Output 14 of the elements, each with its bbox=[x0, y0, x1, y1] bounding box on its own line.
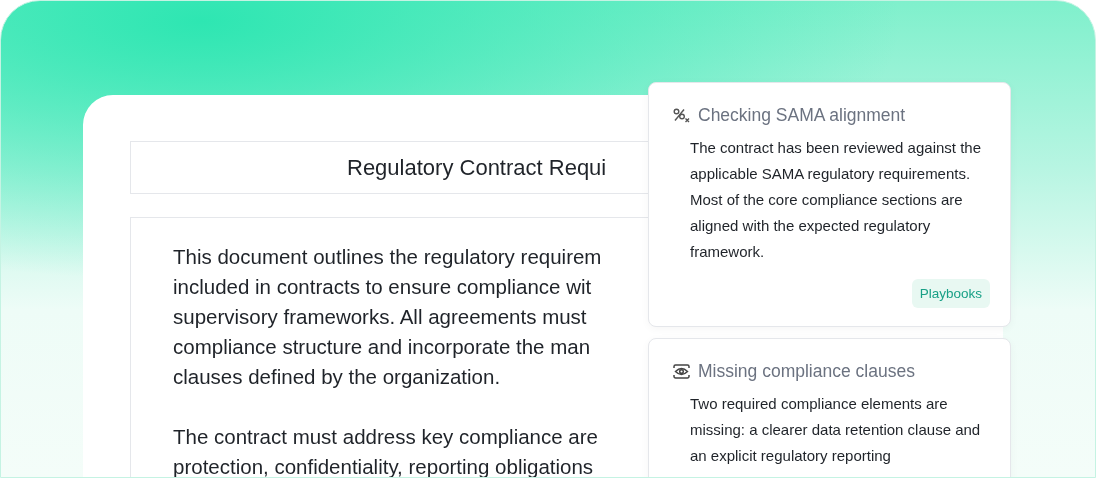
document-text-line: This document outlines the regulatory requirem bbox=[173, 244, 602, 270]
document-text-line: The contract must address key compliance are bbox=[173, 424, 598, 450]
document-text-line: compliance structure and incorporate the man bbox=[173, 334, 591, 360]
card-description: Two required compliance elements are missing: a clearer data retention clause and an explicit regulatory reporting bbox=[689, 394, 982, 466]
card-title: Missing compliance clauses bbox=[698, 361, 915, 382]
card-description: The contract has been reviewed against the applicable SAMA regulatory requirements. Most of the core compliance sections are aligned with the expected regulatory framework. bbox=[689, 138, 982, 262]
playbook-tag[interactable]: Playbooks bbox=[911, 279, 990, 308]
percent-icon bbox=[673, 108, 690, 123]
card-title: Checking SAMA alignment bbox=[698, 105, 906, 126]
eye-icon bbox=[673, 364, 690, 379]
document-title: Regulatory Contract Requi bbox=[347, 154, 607, 181]
document-text-line: supervisory frameworks. All agreements must bbox=[173, 304, 587, 330]
document-text-line: included in contracts to ensure compliance wit bbox=[173, 274, 592, 300]
document-text-line: clauses defined by the organization. bbox=[173, 364, 501, 390]
